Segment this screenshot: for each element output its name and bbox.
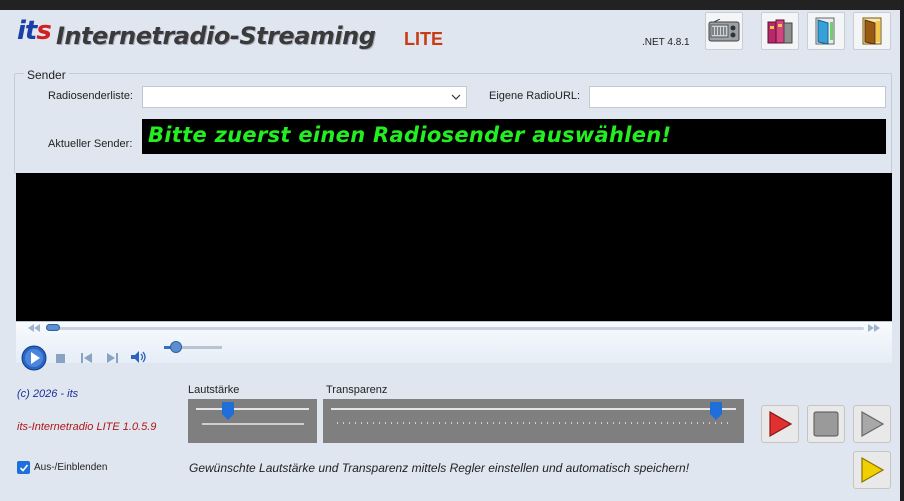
play-icon (769, 410, 793, 438)
play-icon (21, 345, 47, 371)
copyright-text: (c) 2026 - its (17, 388, 79, 400)
volume-label: Lautstärke (188, 384, 240, 396)
radio-icon (708, 19, 740, 42)
play-button[interactable] (21, 345, 47, 371)
station-list-dropdown[interactable] (142, 86, 467, 108)
transparency-panel (323, 399, 744, 443)
door-open-icon (815, 17, 835, 45)
chevron-down-icon (451, 94, 461, 100)
video-area (16, 173, 892, 321)
play-red-button[interactable] (761, 405, 799, 443)
door-exit-icon (862, 17, 882, 45)
logo: its (17, 16, 52, 46)
play-icon (861, 410, 885, 438)
next-icon (106, 353, 118, 363)
next-button[interactable] (106, 352, 118, 364)
current-station-display: Bitte zuerst einen Radiosender auswählen… (142, 119, 886, 154)
player-volume-thumb[interactable] (170, 341, 182, 353)
radio-button[interactable] (705, 12, 743, 50)
stop-button[interactable] (54, 352, 66, 364)
fast-forward-icon[interactable] (868, 324, 880, 332)
mute-button[interactable] (131, 350, 147, 364)
radio-url-label: Eigene RadioURL: (489, 90, 581, 102)
previous-button[interactable] (80, 352, 92, 364)
door-open-button[interactable] (807, 12, 845, 50)
seek-thumb[interactable] (46, 324, 60, 331)
transparency-label: Transparenz (326, 384, 388, 396)
rewind-icon[interactable] (28, 324, 40, 332)
transparency-slider-thumb[interactable] (710, 402, 722, 420)
window-edge (900, 0, 904, 501)
hint-text: Gewünschte Lautstärke und Transparenz mi… (189, 461, 690, 475)
edition-label: LITE (404, 29, 443, 49)
exit-button[interactable] (853, 12, 891, 50)
books-icon (767, 19, 793, 44)
framework-label: .NET 4.8.1 (642, 37, 690, 48)
stop-large-button[interactable] (807, 405, 845, 443)
speaker-icon (131, 351, 146, 363)
app-title: Internetradio-Streaming (56, 22, 376, 50)
previous-icon (80, 353, 92, 363)
volume-slider-thumb[interactable] (222, 402, 234, 420)
current-station-label: Aktueller Sender: (48, 138, 133, 150)
radio-url-input[interactable] (589, 86, 886, 108)
toggle-label: Aus-/Einblenden (34, 462, 108, 473)
books-button[interactable] (761, 12, 799, 50)
station-list-label: Radiosenderliste: (48, 90, 133, 102)
stop-icon (55, 353, 65, 363)
version-text: its-Internetradio LITE 1.0.5.9 (17, 421, 157, 433)
seek-track[interactable] (46, 327, 864, 330)
play-icon (861, 456, 885, 484)
volume-panel (188, 399, 317, 443)
sender-group-label: Sender (24, 68, 69, 82)
stop-icon (813, 411, 839, 437)
play-gray-button[interactable] (853, 405, 891, 443)
toggle-checkbox[interactable] (17, 461, 30, 474)
play-yellow-button[interactable] (853, 451, 891, 489)
checkmark-icon (19, 463, 28, 472)
